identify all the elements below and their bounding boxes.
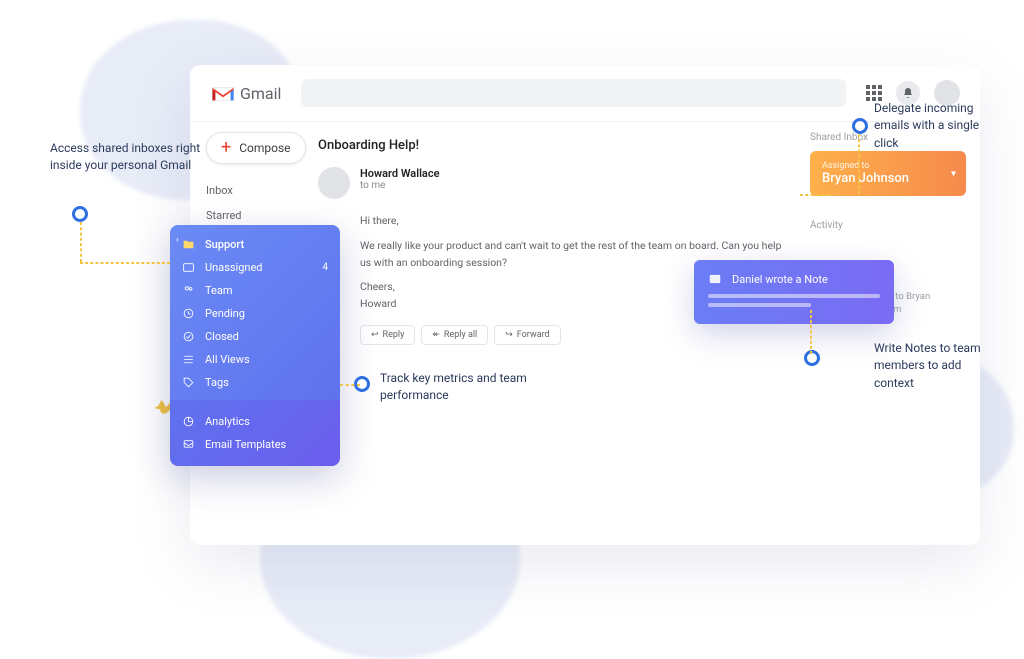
shared-team[interactable]: Team (182, 279, 328, 302)
shared-inbox-panel: › Support Unassigned4 Team Pending Close… (170, 225, 340, 466)
search-input[interactable] (301, 79, 846, 107)
compose-label: Compose (239, 141, 290, 155)
callout-marker (852, 118, 868, 134)
callout-metrics: Track key metrics and team performance (380, 370, 540, 405)
app-name: Gmail (240, 84, 281, 103)
sender-name: Howard Wallace (360, 167, 440, 180)
shared-inbox-support[interactable]: Support (182, 233, 328, 256)
folder-icon (182, 238, 195, 251)
plus-icon: + (221, 142, 231, 154)
assignee-card[interactable]: Assigned to Bryan Johnson ▾ (810, 151, 966, 196)
analytics-item[interactable]: Analytics (182, 410, 328, 433)
list-icon (182, 353, 195, 366)
forward-button[interactable]: ↪Forward (494, 325, 560, 345)
note-icon (708, 272, 722, 286)
gmail-icon (210, 83, 236, 103)
right-panel: Shared Inbox Assigned to Bryan Johnson ▾… (810, 122, 980, 544)
callout-notes: Write Notes to team members to add conte… (874, 340, 1004, 392)
shared-pending[interactable]: Pending (182, 302, 328, 325)
topbar: Gmail (190, 65, 980, 122)
reply-all-icon: ↞ (432, 330, 440, 340)
callout-marker (804, 350, 820, 366)
recipient-label: to me (360, 180, 440, 191)
reply-all-button[interactable]: ↞Reply all (421, 325, 488, 345)
sidebar-item-inbox[interactable]: Inbox (206, 178, 300, 203)
check-icon (182, 330, 195, 343)
templates-item[interactable]: Email Templates (182, 433, 328, 456)
template-icon (182, 438, 195, 451)
shared-tags[interactable]: Tags (182, 371, 328, 394)
callout-shared-inbox: Access shared inboxes right inside your … (50, 140, 210, 175)
shared-allviews[interactable]: All Views (182, 348, 328, 371)
chevron-right-icon: › (176, 235, 179, 245)
reply-icon: ↩ (371, 330, 379, 340)
chart-icon (182, 415, 195, 428)
inbox-icon (182, 261, 195, 274)
callout-delegate: Delegate incoming emails with a single c… (874, 100, 1004, 152)
chevron-down-icon: ▾ (951, 168, 956, 179)
apps-icon[interactable] (866, 85, 882, 101)
gmail-logo: Gmail (210, 83, 281, 103)
team-icon (182, 284, 195, 297)
forward-icon: ↪ (505, 330, 513, 340)
shared-unassigned[interactable]: Unassigned4 (182, 256, 328, 279)
activity-label: Activity (810, 220, 966, 231)
clock-icon (182, 307, 195, 320)
callout-marker (72, 206, 88, 222)
sender-avatar (318, 167, 350, 199)
tag-icon (182, 376, 195, 389)
email-subject: Onboarding Help! (318, 138, 792, 153)
email-view: Onboarding Help! Howard Wallace to me Hi… (300, 122, 810, 544)
reply-button[interactable]: ↩Reply (360, 325, 415, 345)
note-card[interactable]: Daniel wrote a Note (694, 260, 894, 324)
compose-button[interactable]: + Compose (206, 132, 306, 164)
note-preview-lines (708, 294, 880, 307)
shared-closed[interactable]: Closed (182, 325, 328, 348)
